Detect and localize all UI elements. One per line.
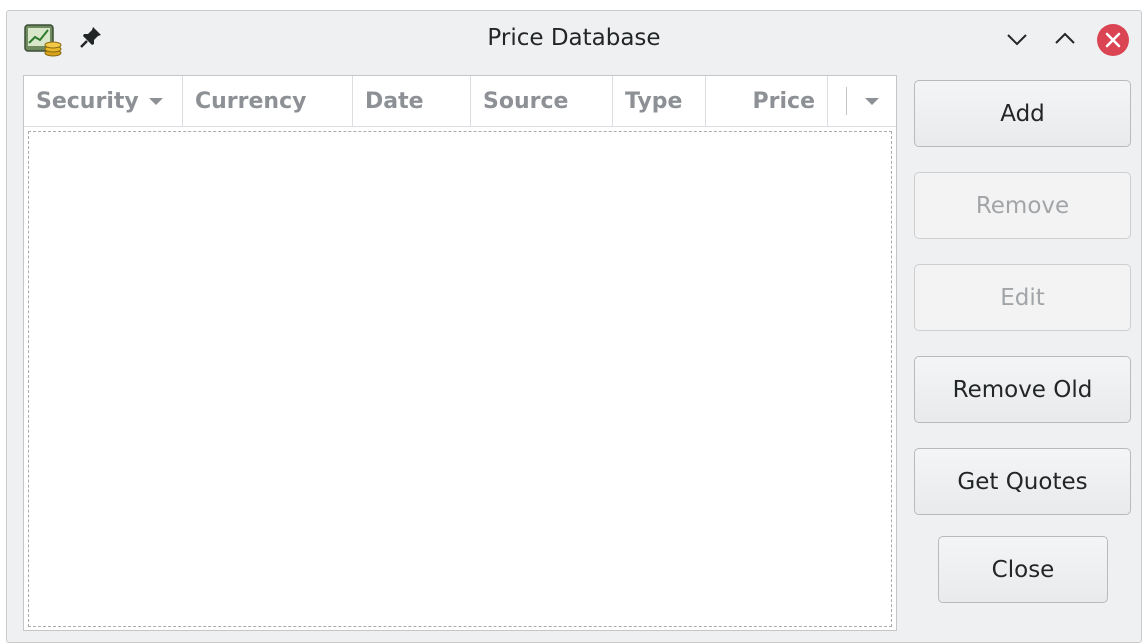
remove-old-button-label: Remove Old [952, 376, 1093, 403]
header-separator [845, 87, 847, 115]
price-database-window: Price Database Security Currency Date So… [6, 10, 1142, 643]
column-chooser-button[interactable] [828, 76, 896, 126]
table-body[interactable] [28, 131, 892, 627]
column-header-security[interactable]: Security [24, 76, 183, 126]
window-title: Price Database [487, 25, 661, 51]
maximize-button[interactable] [1051, 25, 1079, 53]
column-header-date[interactable]: Date [353, 76, 471, 126]
edit-button[interactable]: Edit [914, 264, 1131, 331]
get-quotes-button[interactable]: Get Quotes [914, 448, 1131, 515]
column-header-currency[interactable]: Currency [183, 76, 353, 126]
title-bar[interactable]: Price Database [7, 11, 1141, 69]
column-label: Date [365, 88, 424, 114]
remove-button-label: Remove [975, 192, 1070, 219]
chevron-down-icon [1007, 34, 1027, 46]
column-label: Security [36, 88, 139, 114]
get-quotes-button-label: Get Quotes [957, 468, 1088, 495]
column-label: Source [483, 88, 569, 114]
add-button-label: Add [1000, 100, 1045, 127]
price-table[interactable]: Security Currency Date Source Type Price [23, 75, 897, 631]
column-label: Type [625, 88, 683, 114]
column-header-price[interactable]: Price [706, 76, 828, 126]
column-label: Currency [195, 88, 307, 114]
add-button[interactable]: Add [914, 80, 1131, 147]
column-header-type[interactable]: Type [613, 76, 706, 126]
close-window-button[interactable] [1097, 24, 1129, 56]
table-header: Security Currency Date Source Type Price [24, 76, 896, 127]
close-button[interactable]: Close [938, 536, 1108, 603]
close-icon [1105, 32, 1121, 48]
chevron-up-icon [1055, 32, 1075, 44]
dropdown-arrow-icon [864, 97, 879, 105]
close-button-label: Close [991, 556, 1055, 583]
minimize-button[interactable] [1003, 25, 1031, 53]
remove-old-button[interactable]: Remove Old [914, 356, 1131, 423]
edit-button-label: Edit [1000, 284, 1045, 311]
column-header-source[interactable]: Source [471, 76, 613, 126]
remove-button[interactable]: Remove [914, 172, 1131, 239]
column-label: Price [752, 88, 815, 114]
sort-descending-icon [148, 97, 163, 105]
